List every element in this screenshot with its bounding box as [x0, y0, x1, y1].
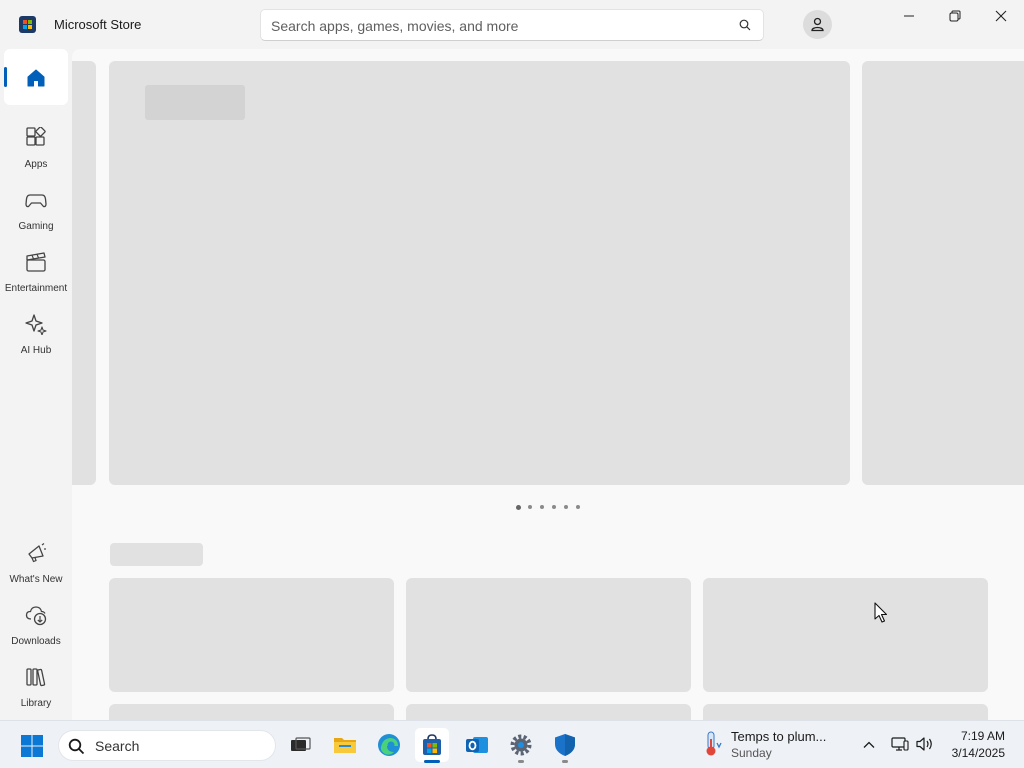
clock-time[interactable]: 7:19 AM	[961, 729, 1005, 743]
product-card-placeholder[interactable]	[406, 704, 691, 720]
close-icon	[995, 10, 1007, 22]
carousel-dot[interactable]	[576, 505, 580, 509]
task-view-icon	[291, 737, 311, 751]
minimize-icon	[904, 15, 914, 17]
windows-start-icon[interactable]	[20, 734, 44, 758]
sidebar-item-gaming[interactable]: Gaming	[0, 181, 72, 239]
carousel-next-card[interactable]	[862, 61, 1024, 485]
product-card-placeholder[interactable]	[109, 704, 394, 720]
taskbar-app-settings[interactable]	[504, 728, 538, 763]
sidebar-item-library[interactable]: Library	[0, 658, 72, 716]
carousel-dot[interactable]	[516, 504, 521, 510]
product-card-placeholder[interactable]	[406, 578, 691, 692]
outlook-icon	[466, 737, 488, 753]
hero-carousel-card[interactable]	[109, 61, 850, 485]
carousel-dot[interactable]	[552, 505, 556, 509]
edge-icon	[378, 734, 400, 756]
shield-icon	[555, 734, 575, 756]
sparkle-icon	[25, 314, 47, 335]
selected-indicator	[4, 67, 7, 87]
product-card-placeholder[interactable]	[703, 704, 988, 720]
sidebar-item-label: Apps	[24, 159, 48, 170]
sidebar-item-label: Entertainment	[4, 283, 68, 294]
restore-button[interactable]	[932, 0, 978, 32]
taskbar: Search Temps to plum... Sunday 7:19 AM 3…	[0, 720, 1024, 768]
library-icon	[26, 668, 46, 687]
search-icon[interactable]	[739, 19, 751, 31]
product-card-placeholder[interactable]	[703, 578, 988, 692]
sidebar-item-whats-new[interactable]: What's New	[0, 534, 72, 592]
search-input[interactable]	[271, 16, 721, 36]
running-app-indicator	[518, 760, 524, 763]
store-icon	[423, 734, 441, 755]
sidebar-item-ai-hub[interactable]: AI Hub	[0, 305, 72, 363]
sidebar-item-apps[interactable]: Apps	[0, 119, 72, 177]
sidebar-item-home[interactable]	[4, 49, 68, 105]
megaphone-icon	[28, 543, 46, 563]
clock-date[interactable]: 3/14/2025	[952, 746, 1005, 760]
restore-icon	[949, 10, 961, 22]
title-bar: Microsoft Store	[0, 0, 1024, 49]
running-app-indicator	[562, 760, 568, 763]
carousel-dot[interactable]	[564, 505, 568, 509]
apps-icon	[26, 127, 46, 146]
taskbar-app-file-explorer[interactable]	[328, 728, 362, 762]
sidebar-item-label: AI Hub	[20, 345, 52, 356]
product-card-placeholder[interactable]	[109, 578, 394, 692]
active-app-indicator	[424, 760, 440, 763]
sidebar-item-label: Gaming	[18, 221, 54, 232]
sidebar-item-label: Downloads	[11, 636, 61, 647]
sidebar-item-label: What's New	[9, 574, 63, 585]
mouse-cursor-icon	[874, 602, 888, 623]
sidebar-item-label: Library	[20, 698, 52, 709]
carousel-dot[interactable]	[540, 505, 544, 509]
carousel-dot[interactable]	[528, 505, 532, 509]
taskbar-app-task-view[interactable]	[283, 728, 317, 762]
sidebar-item-entertainment[interactable]: Entertainment	[0, 243, 72, 301]
weather-widget-title[interactable]: Temps to plum...	[731, 729, 826, 744]
close-button[interactable]	[978, 0, 1024, 32]
network-icon[interactable]	[891, 736, 909, 752]
taskbar-search[interactable]: Search	[58, 730, 276, 761]
chevron-up-icon[interactable]	[862, 738, 876, 752]
taskbar-app-windows-security[interactable]	[548, 728, 582, 763]
thermometer-icon[interactable]	[702, 731, 722, 757]
person-icon	[811, 17, 824, 32]
sidebar: Apps Gaming Entertainment AI Hub What's	[0, 49, 72, 720]
hero-title-placeholder	[145, 85, 245, 120]
weather-widget-subtitle[interactable]: Sunday	[731, 746, 772, 760]
app-title: Microsoft Store	[54, 17, 142, 32]
home-icon	[27, 69, 45, 87]
sidebar-item-downloads[interactable]: Downloads	[0, 596, 72, 654]
search-icon	[68, 738, 85, 755]
carousel-prev-card[interactable]	[72, 61, 96, 485]
cloud-download-icon	[25, 606, 47, 626]
taskbar-app-outlook[interactable]	[460, 728, 494, 762]
gamepad-icon	[25, 194, 47, 208]
minimize-button[interactable]	[886, 0, 932, 32]
microsoft-store-icon	[19, 16, 36, 33]
clapperboard-icon	[26, 252, 46, 272]
section-title-placeholder	[110, 543, 203, 566]
search-box[interactable]	[260, 9, 764, 41]
settings-gear-icon	[510, 734, 532, 756]
taskbar-search-label: Search	[95, 738, 140, 754]
taskbar-app-edge[interactable]	[372, 728, 406, 762]
account-button[interactable]	[803, 10, 832, 39]
taskbar-app-store[interactable]	[415, 728, 449, 763]
volume-icon[interactable]	[916, 736, 934, 752]
folder-icon	[334, 738, 356, 753]
